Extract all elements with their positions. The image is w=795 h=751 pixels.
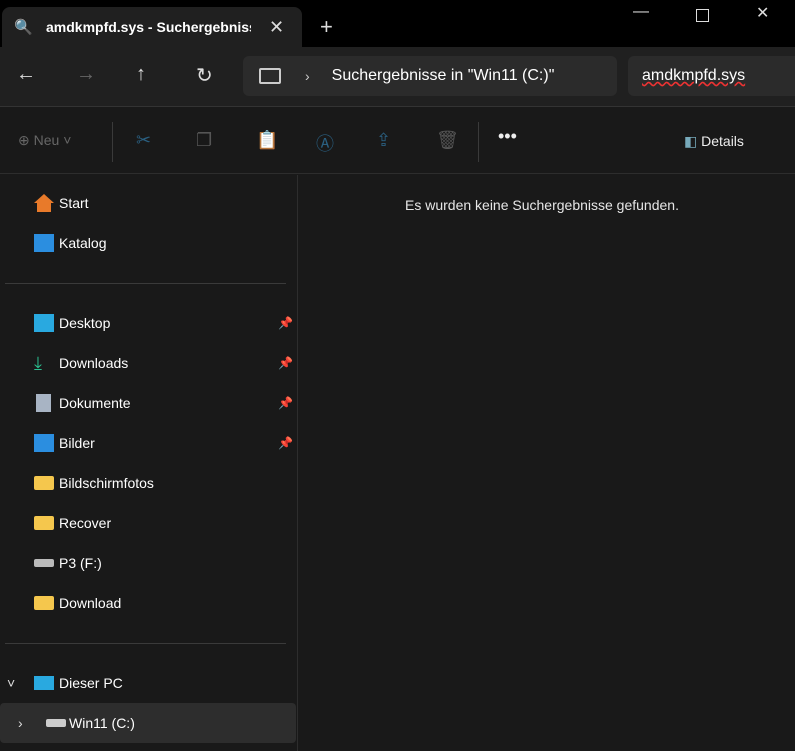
new-label: Neu (33, 132, 60, 148)
divider (112, 122, 113, 162)
navigation-pane: Start Katalog Desktop 📌 ⤓ Downloads 📌 Dokum… (0, 175, 298, 751)
up-button[interactable]: ↑ (136, 63, 146, 86)
pin-icon[interactable]: 📌 (278, 396, 293, 410)
copy-icon[interactable]: ❐ (196, 130, 212, 151)
computer-icon (259, 68, 281, 84)
sidebar-item-label: P3 (F:) (59, 555, 102, 571)
chevron-right-icon[interactable]: › (305, 68, 310, 84)
address-path: Suchergebnisse in "Win11 (C:)" (331, 67, 555, 84)
empty-results-message: Es wurden keine Suchergebnisse gefunden. (405, 197, 679, 213)
sidebar-item-label: Downloads (59, 355, 129, 371)
navigation-bar: ← → ↑ ↻ › Suchergebnisse in "Win11 (C:)"… (0, 47, 795, 107)
drive-icon (34, 559, 54, 567)
paste-icon[interactable]: 📋 (256, 130, 278, 151)
pin-icon[interactable]: 📌 (278, 356, 293, 370)
folder-icon (34, 596, 54, 610)
details-label: Details (701, 133, 744, 149)
sidebar-item-label: Katalog (59, 235, 107, 251)
chevron-down-icon[interactable]: ˅ (7, 675, 15, 691)
pin-icon[interactable]: 📌 (278, 436, 293, 450)
document-icon (36, 394, 51, 412)
sidebar-item-dieser-pc[interactable]: ˅ Dieser PC (0, 663, 296, 703)
download-icon: ⤓ (34, 353, 42, 373)
sidebar-item-bildschirmfotos[interactable]: Bildschirmfotos (0, 463, 296, 503)
details-button[interactable]: ◧ Details (684, 133, 744, 150)
sidebar-item-download[interactable]: Download (0, 583, 296, 623)
sidebar-item-label: Desktop (59, 315, 111, 331)
pin-icon[interactable]: 📌 (278, 316, 293, 330)
divider (478, 122, 479, 162)
sidebar-item-label: Bildschirmfotos (59, 475, 154, 491)
sidebar-item-label: Dieser PC (59, 675, 123, 691)
title-bar: 🔍 amdkmpfd.sys - Suchergebnisse in "Win1… (0, 0, 795, 47)
close-window-button[interactable]: ✕ (756, 3, 769, 23)
cut-icon[interactable]: ✂ (136, 130, 151, 151)
divider (5, 643, 286, 644)
search-icon: 🔍 (14, 19, 33, 36)
delete-icon[interactable]: 🗑 (436, 130, 459, 151)
search-value: amdkmpfd.sys (642, 67, 746, 84)
sidebar-item-label: Bilder (59, 435, 95, 451)
sidebar-item-recover[interactable]: Recover (0, 503, 296, 543)
tab-search-results[interactable]: 🔍 amdkmpfd.sys - Suchergebnisse in "Win1… (2, 7, 302, 47)
back-button[interactable]: ← (16, 63, 36, 86)
gallery-icon (34, 234, 54, 252)
sidebar-item-start[interactable]: Start (0, 183, 296, 223)
forward-button[interactable]: → (76, 63, 96, 86)
sidebar-item-dokumente[interactable]: Dokumente 📌 (0, 383, 296, 423)
divider (5, 283, 286, 284)
new-tab-button[interactable]: + (320, 14, 333, 40)
tab-title: amdkmpfd.sys - Suchergebnisse in "Win11 … (46, 19, 251, 35)
system-drive-icon (46, 719, 66, 727)
sidebar-item-label: Download (59, 595, 122, 611)
folder-icon (34, 516, 54, 530)
details-pane-icon: ◧ (684, 133, 698, 149)
sidebar-item-katalog[interactable]: Katalog (0, 223, 296, 263)
search-input[interactable]: amdkmpfd.sys (628, 56, 795, 96)
rename-icon[interactable]: Ⓐ (316, 130, 334, 156)
more-options-button[interactable]: ••• (498, 126, 517, 147)
desktop-icon (34, 314, 54, 332)
sidebar-item-p3-drive[interactable]: P3 (F:) (0, 543, 296, 583)
minimize-button[interactable]: — (633, 3, 649, 21)
refresh-button[interactable]: ↻ (196, 63, 213, 88)
maximize-button[interactable] (696, 9, 709, 22)
sidebar-item-label: Recover (59, 515, 112, 531)
sidebar-item-win11-drive[interactable]: › Win11 (C:) (0, 703, 296, 743)
close-tab-icon[interactable]: ✕ (269, 17, 284, 38)
chevron-right-icon[interactable]: › (18, 715, 23, 731)
address-bar[interactable]: › Suchergebnisse in "Win11 (C:)" (243, 56, 617, 96)
folder-icon (34, 476, 54, 490)
pictures-icon (34, 434, 54, 452)
share-icon[interactable]: ⇪ (376, 130, 391, 151)
sidebar-item-label: Dokumente (59, 395, 131, 411)
new-button[interactable]: ⊕ Neu ˅ (18, 132, 71, 149)
sidebar-item-bilder[interactable]: Bilder 📌 (0, 423, 296, 463)
sidebar-item-downloads[interactable]: ⤓ Downloads 📌 (0, 343, 296, 383)
sidebar-item-label: Win11 (C:) (69, 715, 135, 731)
command-bar: ⊕ Neu ˅ ✂ ❐ 📋 Ⓐ ⇪ 🗑 ••• ◧ Details (0, 108, 795, 174)
home-icon (34, 194, 54, 212)
computer-icon (34, 676, 54, 690)
sidebar-item-desktop[interactable]: Desktop 📌 (0, 303, 296, 343)
sidebar-item-label: Start (59, 195, 89, 211)
